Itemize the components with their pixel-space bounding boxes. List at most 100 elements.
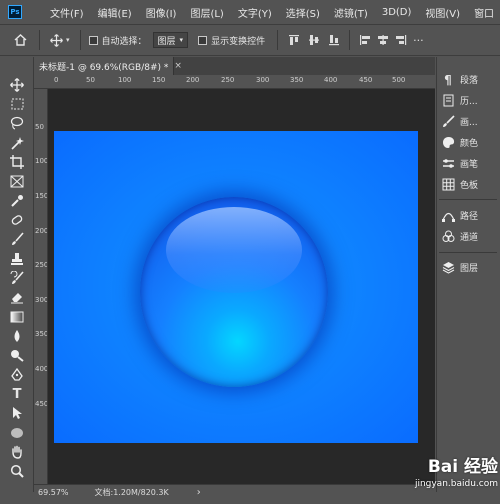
panel-paths[interactable]: 路径	[441, 205, 499, 226]
align-top-icon[interactable]	[288, 34, 300, 46]
close-icon[interactable]: ×	[174, 61, 182, 71]
auto-select-label: 自动选择：	[101, 36, 147, 47]
history-brush-tool-icon[interactable]	[9, 270, 25, 286]
menu-view[interactable]: 视图(V)	[425, 5, 460, 20]
menu-layer[interactable]: 图层(L)	[190, 5, 223, 20]
dodge-tool-icon[interactable]	[9, 347, 25, 363]
eraser-tool-icon[interactable]	[9, 289, 25, 305]
align-left-icon[interactable]	[359, 34, 371, 46]
image-canvas[interactable]	[54, 131, 418, 443]
watermark-title: Bai 经验	[427, 457, 498, 477]
align-hcenter-icon[interactable]	[377, 34, 389, 46]
panel-channels[interactable]: 通道	[441, 226, 499, 247]
pen-tool-icon[interactable]	[9, 367, 25, 383]
menu-type[interactable]: 文字(Y)	[238, 5, 272, 20]
horizontal-ruler: 0 50 100 150 200 250 300 350 400 450 500	[34, 75, 435, 89]
panel-label: 颜色	[460, 139, 479, 149]
align-right-icon[interactable]	[395, 34, 407, 46]
lasso-tool-icon[interactable]	[9, 115, 25, 131]
type-tool-icon[interactable]: T	[9, 386, 25, 402]
panel-color[interactable]: 颜色	[441, 132, 499, 153]
stamp-tool-icon[interactable]	[9, 251, 25, 267]
ruler-label: 300	[35, 296, 48, 304]
path-selection-tool-icon[interactable]	[9, 405, 25, 421]
vertical-ruler: 50 100 150 200 250 300 350 400 450	[34, 89, 48, 484]
document-area: 未标题-1 @ 69.6%(RGB/8#) * × 0 50 100 150 2…	[34, 57, 435, 500]
eyedropper-tool-icon[interactable]	[9, 193, 25, 209]
document-tab[interactable]: 未标题-1 @ 69.6%(RGB/8#) * ×	[34, 57, 182, 75]
blur-tool-icon[interactable]	[9, 328, 25, 344]
ruler-label: 400	[35, 365, 48, 373]
home-icon[interactable]	[14, 34, 27, 46]
panel-label: 画笔	[460, 160, 479, 170]
ruler-label: 250	[35, 261, 48, 269]
tools-panel: T	[0, 57, 34, 492]
move-tool-icon[interactable]	[9, 77, 25, 93]
menu-edit[interactable]: 编辑(E)	[98, 5, 132, 20]
blue-sphere-artwork	[140, 197, 328, 387]
panel-label: 段落	[460, 76, 479, 86]
document-tab-title: 未标题-1 @ 69.6%(RGB/8#) *	[39, 62, 169, 73]
align-bottom-icon[interactable]	[328, 34, 340, 46]
healing-brush-tool-icon[interactable]	[9, 212, 25, 228]
marquee-tool-icon[interactable]	[9, 96, 25, 112]
show-transform-checkbox[interactable]	[198, 35, 208, 45]
zoom-level[interactable]: 69.57%	[38, 488, 69, 497]
panels-dock: ¶ 段落 历... 画... 颜色 画笔 色板 路径 通道 图层	[436, 57, 500, 492]
more-icon[interactable]: ···	[413, 34, 424, 47]
panel-brush-settings[interactable]: 画...	[441, 111, 499, 132]
ruler-label: 450	[35, 400, 48, 408]
chevron-down-icon[interactable]: ▾	[66, 36, 70, 44]
ruler-label: 250	[221, 76, 235, 84]
magic-wand-tool-icon[interactable]	[9, 135, 25, 151]
menu-window[interactable]: 窗口	[474, 5, 494, 20]
ruler-label: 500	[392, 76, 406, 84]
panel-layers[interactable]: 图层	[441, 257, 499, 278]
panel-group-2: 路径 通道	[441, 205, 499, 247]
document-tabs: 未标题-1 @ 69.6%(RGB/8#) * ×	[34, 57, 435, 75]
panel-group-1: ¶ 段落 历... 画... 颜色 画笔 色板	[441, 69, 499, 195]
panel-paragraph[interactable]: ¶ 段落	[441, 69, 499, 90]
photoshop-logo: Ps	[8, 5, 22, 19]
watermark-url: jingyan.baidu.com	[414, 479, 498, 489]
panel-label: 历...	[460, 97, 478, 107]
brush-tool-icon[interactable]	[9, 231, 25, 247]
history-icon	[441, 94, 455, 108]
crop-tool-icon[interactable]	[9, 154, 25, 170]
hand-tool-icon[interactable]	[9, 444, 25, 460]
menu-file[interactable]: 文件(F)	[50, 5, 84, 20]
chevron-down-icon: ▾	[179, 36, 184, 44]
panel-label: 图层	[460, 264, 479, 274]
gradient-tool-icon[interactable]	[9, 309, 25, 325]
move-icon[interactable]	[50, 33, 63, 47]
auto-select-dropdown[interactable]: 图层 ▾	[152, 32, 189, 48]
panel-history[interactable]: 历...	[441, 90, 499, 111]
ruler-label: 300	[256, 76, 270, 84]
panel-label: 色板	[460, 181, 479, 191]
zoom-tool-icon[interactable]	[9, 463, 25, 479]
brush-icon	[441, 115, 455, 129]
frame-tool-icon[interactable]	[9, 173, 25, 189]
menu-image[interactable]: 图像(I)	[146, 5, 177, 20]
ellipse-tool-icon[interactable]	[9, 425, 25, 441]
swatches-grid-icon	[441, 178, 455, 192]
panel-label: 路径	[460, 212, 479, 222]
panel-divider	[439, 199, 497, 200]
ruler-label: 450	[359, 76, 373, 84]
document-info: 文档:1.20M/820.3K	[94, 488, 169, 497]
ruler-label: 350	[35, 330, 48, 338]
panel-divider	[439, 252, 497, 253]
panel-brushes[interactable]: 画笔	[441, 153, 499, 174]
ruler-label: 100	[118, 76, 132, 84]
menu-filter[interactable]: 滤镜(T)	[334, 5, 368, 20]
status-menu-arrow-icon[interactable]: ›	[197, 487, 201, 498]
menu-3d[interactable]: 3D(D)	[382, 7, 412, 18]
auto-select-value: 图层	[157, 36, 176, 47]
canvas-workspace[interactable]	[48, 89, 435, 460]
align-vcenter-icon[interactable]	[308, 34, 320, 46]
auto-select-checkbox[interactable]	[88, 35, 98, 45]
ruler-label: 0	[54, 76, 59, 84]
panel-label: 通道	[460, 233, 479, 243]
menu-select[interactable]: 选择(S)	[286, 5, 320, 20]
panel-swatches[interactable]: 色板	[441, 174, 499, 195]
